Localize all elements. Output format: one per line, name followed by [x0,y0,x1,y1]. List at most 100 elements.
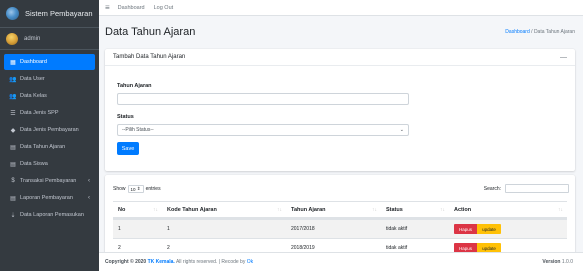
tahun-ajaran-label: Tahun Ajaran [117,83,152,89]
sidebar-item-label: Dashboard [20,59,47,65]
column-header-label: Kode Tahun Ajaran [167,206,217,213]
sidebar-item-label: Transaksi Pembayaran [20,178,77,184]
sidebar-item-data-jenis-spp[interactable]: ☰ Data Jenis SPP [4,105,95,121]
search-input[interactable] [505,184,569,193]
column-header-kode[interactable]: Kode Tahun Ajaran ↑↓ [162,202,286,217]
laporan-pembayaran-icon: ▤ [10,195,16,202]
top-link-dashboard[interactable]: Dashboard [118,5,145,11]
sort-icon: ↑↓ [558,206,563,213]
status-select[interactable]: --Pilih Status-- ⌄ [117,124,409,136]
chevron-down-icon: ⌄ [399,127,404,133]
footer-copyright: Copyright © 2020 TK Kemala. All rights r… [105,259,253,265]
sidebar-item-transaksi-pembayaran[interactable]: $ Transaksi Pembayaran ‹ [4,173,95,189]
tahun-ajaran-input[interactable] [117,93,409,105]
card-header: Tambah Data Tahun Ajaran — [105,49,575,66]
sidebar-item-data-kelas[interactable]: 👥 Data Kelas [4,88,95,104]
brand[interactable]: Sistem Pembayaran [0,0,99,28]
column-header-no[interactable]: No ↑↓ [113,202,162,217]
dashboard-icon: ▦ [10,59,16,66]
data-jenis-spp-icon: ☰ [10,110,16,117]
sidebar-item-data-tahun-ajaran[interactable]: ▤ Data Tahun Ajaran [4,139,95,155]
data-laporan-pemasukan-icon: ⇣ [10,212,16,219]
column-header-label: Status [386,206,403,213]
version: Version 1.0.0 [542,259,573,265]
table-header-row: No ↑↓ Kode Tahun Ajaran ↑↓ Tahun Ajaran ↑↓ … [113,201,567,219]
sort-icon: ↑↓ [277,206,282,213]
column-header-tahun[interactable]: Tahun Ajaran ↑↓ [286,202,381,217]
version-label: Version [542,259,561,265]
page-title: Data Tahun Ajaran [105,26,196,38]
sidebar-item-label: Laporan Pembayaran [20,195,73,201]
content-header: Data Tahun Ajaran Dashboard / Data Tahun… [99,17,583,47]
entries-label: entries [145,186,161,192]
column-header-action[interactable]: Action ↑↓ [449,202,567,217]
sidebar: Sistem Pembayaran admin ▦ Dashboard 👥 Data … [0,0,99,271]
search-control: Search: [484,184,569,193]
data-siswa-icon: ▤ [10,161,16,168]
data-kelas-icon: 👥 [9,93,17,100]
avatar [6,32,18,45]
collapse-icon[interactable]: — [560,54,567,61]
brand-text: Sistem Pembayaran [25,9,93,18]
add-tahun-ajaran-card: Tambah Data Tahun Ajaran — Tahun Ajaran … [105,49,575,171]
save-button[interactable]: Save [117,142,139,155]
sidebar-item-label: Data Laporan Pemasukan [20,212,84,218]
footer-suffix: All rights reserved. | Recode by [175,259,246,265]
sidebar-item-dashboard[interactable]: ▦ Dashboard [4,54,95,70]
data-table: No ↑↓ Kode Tahun Ajaran ↑↓ Tahun Ajaran ↑↓ … [113,201,567,257]
sort-icon: ↑↓ [372,206,377,213]
version-number: 1.0.0 [561,259,573,265]
sidebar-item-label: Data Jenis SPP [20,110,59,116]
transaksi-pembayaran-icon: $ [11,178,15,184]
brand-logo-icon [6,7,19,20]
column-header-label: Action [454,206,472,213]
sidebar-item-laporan-pembayaran[interactable]: ▤ Laporan Pembayaran ‹ [4,190,95,206]
recoder-link[interactable]: Ok [247,259,253,265]
sidebar-item-data-siswa[interactable]: ▤ Data Siswa [4,156,95,172]
breadcrumb-current: Data Tahun Ajaran [533,29,575,35]
sidebar-item-data-user[interactable]: 👥 Data User [4,71,95,87]
entries-control: Show 10 ⇕ entries [113,185,161,193]
sidebar-nav: ▦ Dashboard 👥 Data User 👥 Data Kelas ☰ Data Jen… [0,50,99,228]
cell-no: 1 [118,226,121,232]
chevron-left-icon: ‹ [88,178,90,184]
search-label: Search: [483,185,501,192]
sidebar-item-label: Data Jenis Pembayaran [20,127,79,133]
breadcrumb-dashboard-link[interactable]: Dashboard [505,29,529,35]
show-label: Show [113,186,126,192]
breadcrumb: Dashboard / Data Tahun Ajaran [505,29,575,35]
cell-kode: 1 [167,226,170,232]
sidebar-item-label: Data Siswa [20,161,48,167]
chevron-left-icon: ‹ [88,195,90,201]
sidebar-item-data-jenis-pembayaran[interactable]: ◆ Data Jenis Pembayaran [4,122,95,138]
copyright-text: Copyright © 2020 [105,259,147,265]
sidebar-item-data-laporan-pemasukan[interactable]: ⇣ Data Laporan Pemasukan [4,207,95,223]
column-header-label: Tahun Ajaran [291,206,326,213]
cell-tahun: 2017/2018 [291,226,315,232]
column-header-status[interactable]: Status ↑↓ [381,202,449,217]
card-title: Tambah Data Tahun Ajaran [113,54,186,60]
top-link-logout[interactable]: Log Out [154,5,174,11]
entries-select[interactable]: 10 ⇕ [127,185,144,193]
status-label: Status [117,114,134,120]
footer-brand-link[interactable]: TK Kemala. [148,259,175,265]
column-header-label: No [118,206,126,213]
status-select-value: --Pilih Status-- [122,127,154,133]
entries-value: 10 [130,186,136,192]
sort-icon: ↑↓ [440,206,445,213]
update-button[interactable]: update [477,224,501,234]
footer: Copyright © 2020 TK Kemala. All rights r… [99,252,583,271]
delete-button[interactable]: Hapus [454,224,477,234]
sidebar-item-label: Data User [20,76,45,82]
data-tahun-ajaran-icon: ▤ [10,144,16,151]
top-navbar: ≡ Dashboard Log Out [99,0,583,16]
table-row: 1 1 2017/2018 tidak aktif Hapus update [113,219,567,238]
menu-toggle-icon[interactable]: ≡ [105,3,110,12]
sort-icon: ↑↓ [153,206,158,213]
cell-action: Hapus update [449,220,567,238]
data-user-icon: 👥 [9,76,17,83]
sidebar-item-label: Data Kelas [20,93,47,99]
user-name: admin [24,35,41,42]
user-panel[interactable]: admin [0,28,99,50]
data-jenis-pembayaran-icon: ◆ [10,127,16,134]
